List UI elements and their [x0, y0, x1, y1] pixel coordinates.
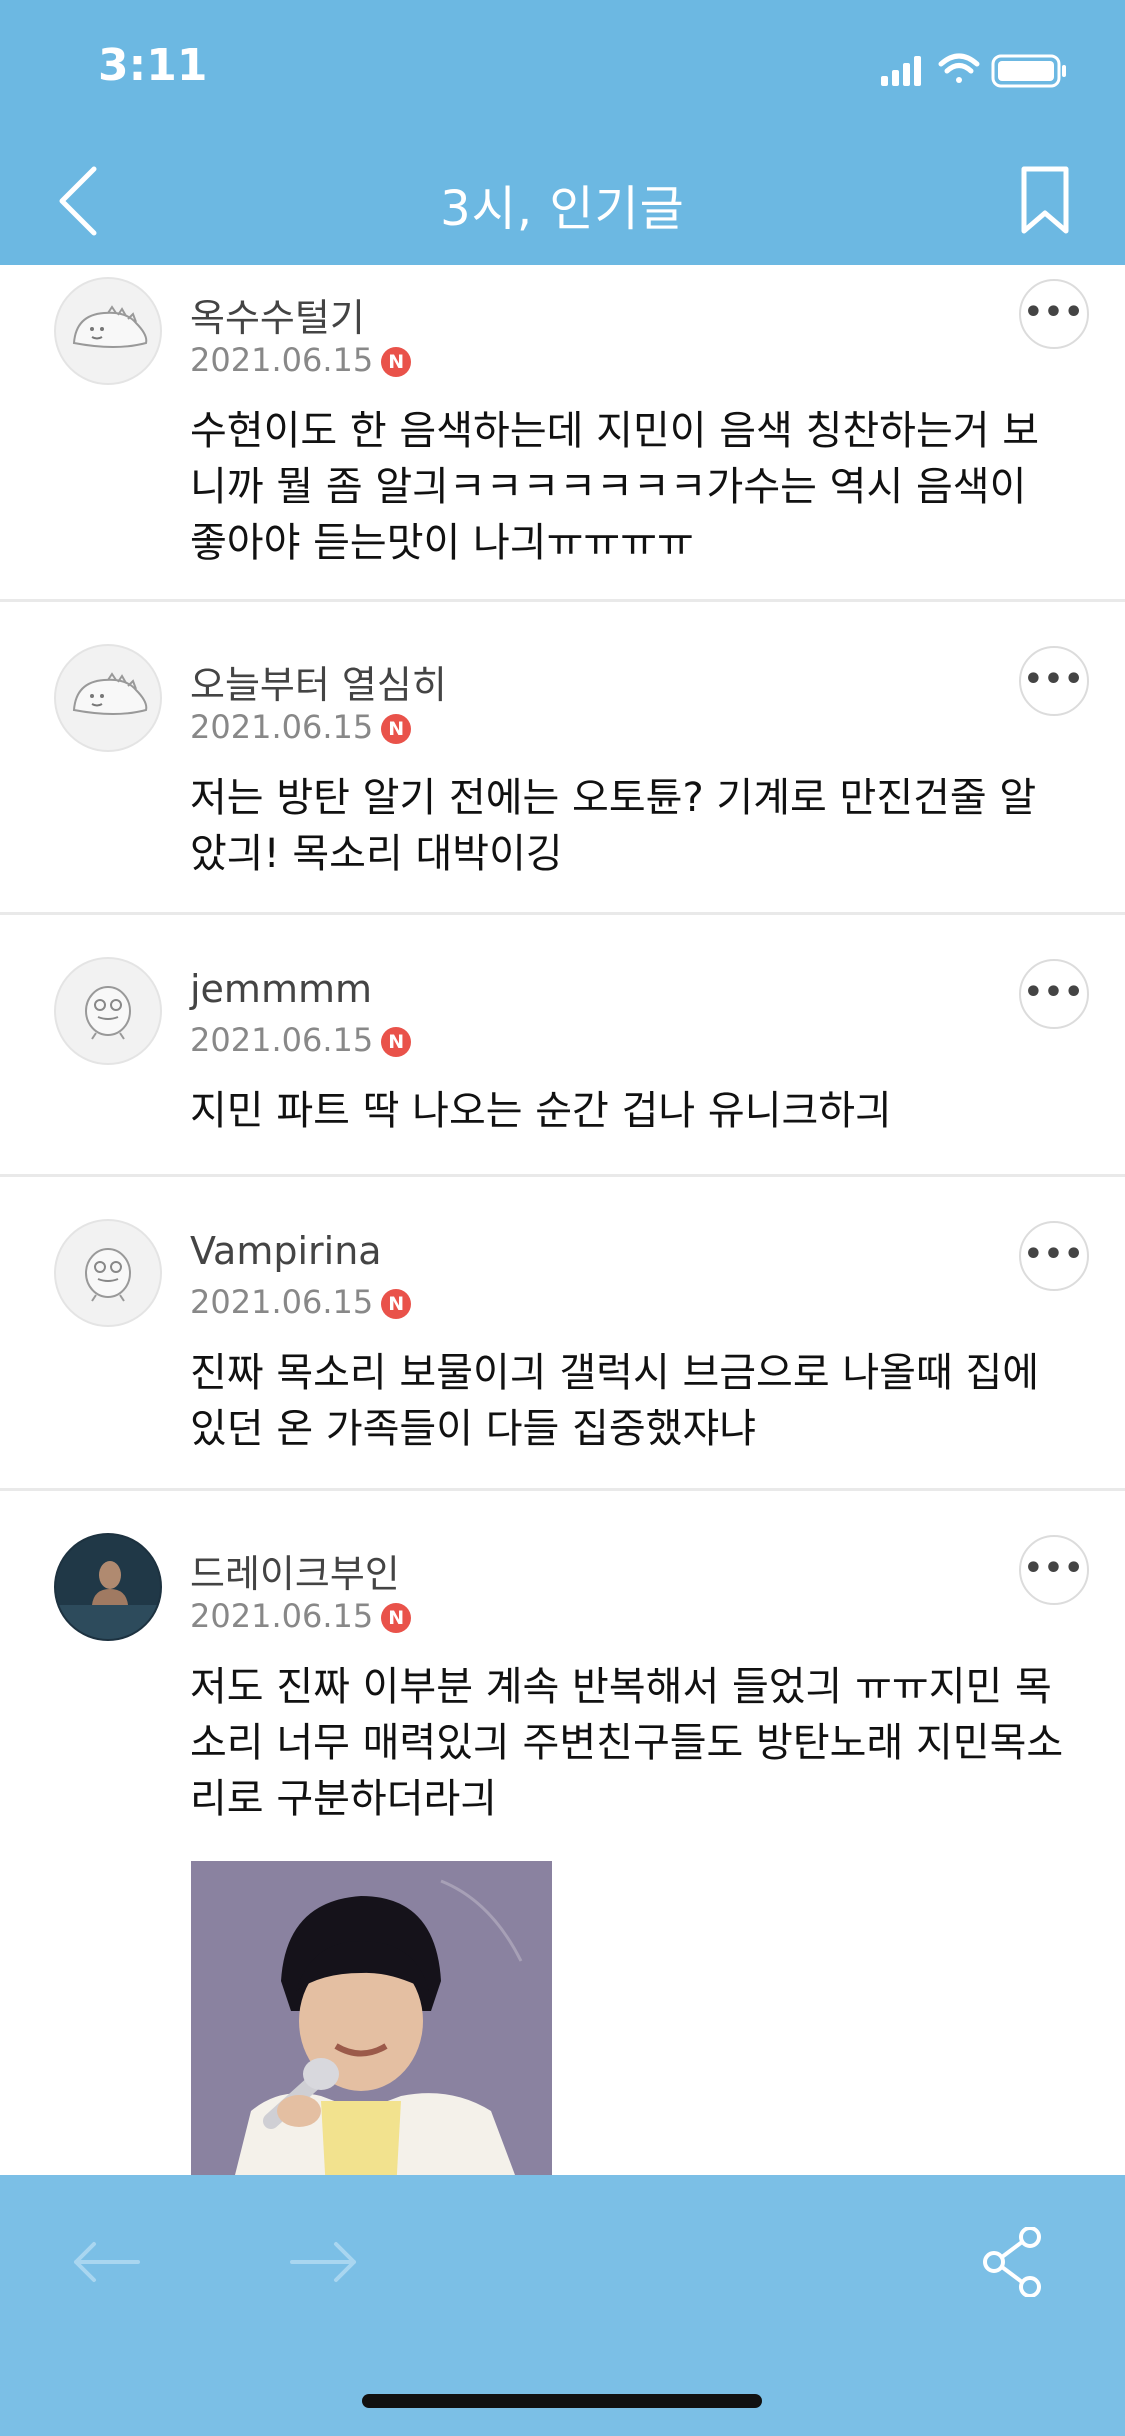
- comment-item: 옥수수털기 2021.06.15 N ••• 수현이도 한 음색하는데 지민이 음…: [0, 265, 1125, 602]
- more-options-button[interactable]: •••: [1019, 279, 1089, 349]
- more-dots-icon: •••: [1023, 975, 1085, 1010]
- comment-author[interactable]: Vampirina: [190, 1229, 382, 1273]
- share-icon[interactable]: [974, 2227, 1054, 2297]
- status-time: 3:11: [98, 40, 208, 91]
- comment-date: 2021.06.15 N: [190, 341, 412, 379]
- home-indicator[interactable]: [362, 2394, 762, 2408]
- comment-text: 진짜 목소리 보물이긔 갤럭시 브금으로 나올때 집에 있던 온 가족들이 다들…: [190, 1350, 1040, 1452]
- back-arrow-icon[interactable]: [66, 2227, 146, 2297]
- more-options-button[interactable]: •••: [1019, 1535, 1089, 1605]
- creature-avatar-icon[interactable]: [54, 1219, 162, 1327]
- page-title: 3시, 인기글: [440, 181, 685, 237]
- new-badge: N: [381, 714, 412, 744]
- more-dots-icon: •••: [1023, 662, 1085, 697]
- new-badge: N: [381, 1289, 412, 1319]
- attached-photo[interactable]: [191, 1861, 552, 2175]
- new-badge: N: [381, 1027, 412, 1057]
- new-badge: N: [381, 1603, 412, 1633]
- nav-bar: 3시, 인기글: [0, 135, 1125, 265]
- signal-icon: [881, 56, 921, 86]
- more-options-button[interactable]: •••: [1019, 646, 1089, 716]
- bookmark-icon[interactable]: [1019, 165, 1071, 237]
- comment-text: 저도 진짜 이부분 계속 반복해서 들었긔 ㅠㅠ지민 목소리 너무 매력있긔 주…: [190, 1664, 1064, 1822]
- battery-icon: [991, 54, 1066, 88]
- comment-text: 수현이도 한 음색하는데 지민이 음색 칭찬하는거 보니까 뭘 좀 알긔ㅋㅋㅋㅋ…: [190, 408, 1040, 566]
- dino-avatar-icon[interactable]: [54, 277, 162, 385]
- comment-date: 2021.06.15 N: [190, 1283, 412, 1321]
- comment-date: 2021.06.15 N: [190, 708, 412, 746]
- status-icons: [881, 53, 1066, 88]
- comment-item: 오늘부터 열심히 2021.06.15 N ••• 저는 방탄 알기 전에는 오토…: [0, 602, 1125, 915]
- comment-date: 2021.06.15 N: [190, 1597, 412, 1635]
- new-badge: N: [381, 347, 412, 377]
- comment-author[interactable]: 오늘부터 열심히: [190, 654, 447, 709]
- creature-avatar-icon[interactable]: [54, 957, 162, 1065]
- comment-author[interactable]: 옥수수털기: [190, 287, 365, 342]
- photo-avatar[interactable]: [54, 1533, 162, 1641]
- comment-author[interactable]: 드레이크부인: [190, 1543, 400, 1598]
- status-bar: 3:11: [0, 0, 1125, 135]
- comment-item: 드레이크부인 2021.06.15 N ••• 저도 진짜 이부분 계속 반복해서…: [0, 1491, 1125, 2175]
- more-dots-icon: •••: [1023, 1237, 1085, 1272]
- comment-author[interactable]: jemmmm: [190, 967, 372, 1011]
- more-options-button[interactable]: •••: [1019, 1221, 1089, 1291]
- more-options-button[interactable]: •••: [1019, 959, 1089, 1029]
- comment-item: Vampirina 2021.06.15 N ••• 진짜 목소리 보물이긔 갤럭…: [0, 1177, 1125, 1491]
- comment-text: 지민 파트 딱 나오는 순간 겁나 유니크하긔: [190, 1088, 892, 1134]
- comment-text: 저는 방탄 알기 전에는 오토튠? 기계로 만진건줄 알았긔! 목소리 대박이깅: [190, 775, 1037, 877]
- comment-date: 2021.06.15 N: [190, 1021, 412, 1059]
- more-dots-icon: •••: [1023, 1551, 1085, 1586]
- comment-list: 옥수수털기 2021.06.15 N ••• 수현이도 한 음색하는데 지민이 음…: [0, 265, 1125, 2175]
- wifi-icon: [938, 53, 980, 83]
- dino-avatar-icon[interactable]: [54, 644, 162, 752]
- more-dots-icon: •••: [1023, 295, 1085, 330]
- comment-item: jemmmm 2021.06.15 N ••• 지민 파트 딱 나오는 순간 겁나…: [0, 915, 1125, 1177]
- forward-arrow-icon[interactable]: [284, 2227, 364, 2297]
